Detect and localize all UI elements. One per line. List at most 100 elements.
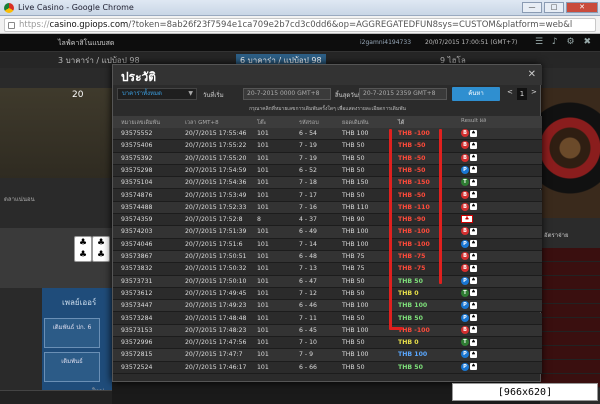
time-cell: 20/7/2015 17:50:10 xyxy=(185,277,247,285)
bet-id-cell[interactable]: 93575392 xyxy=(121,155,153,162)
time-cell: 20/7/2015 17:48:48 xyxy=(185,314,247,322)
chevron-down-icon: ▼ xyxy=(188,90,193,97)
table-row[interactable]: 93573612 20/7/2015 17:49:45 101 7 - 12 THB 5… xyxy=(113,287,542,301)
table-row[interactable]: 93573153 20/7/2015 17:48:23 101 6 - 45 THB 1… xyxy=(113,324,542,338)
bet-id-cell[interactable]: 93574046 xyxy=(121,241,153,248)
round-cell: 7 - 11 xyxy=(299,314,317,322)
bet-cell: THB 100 xyxy=(342,130,369,137)
time-cell: 20/7/2015 17:54:36 xyxy=(185,179,247,187)
bet-id-cell[interactable]: 93573731 xyxy=(121,278,153,285)
modal-header: ประวัติ ✕ xyxy=(113,65,542,85)
win-cell: THB -100 xyxy=(398,228,430,236)
bet-id-cell[interactable]: 93573867 xyxy=(121,253,153,260)
round-cell: 7 - 18 xyxy=(299,179,317,187)
chip-strip[interactable] xyxy=(0,390,112,404)
table-row[interactable]: 93574876 20/7/2015 17:53:49 101 7 - 17 THB 5… xyxy=(113,189,542,202)
result-chip-p: P xyxy=(461,301,469,310)
left-game-panel: 20 ดลาแน่นอน ♣ ♣ ♣ ♣ เพลย์เออร์ เดิมพันธ์ … xyxy=(0,68,112,404)
next-page-button[interactable]: > xyxy=(531,88,537,96)
table-row[interactable]: 93575298 20/7/2015 17:54:59 101 6 - 52 THB 5… xyxy=(113,164,542,178)
bet-cell: THB 50 xyxy=(342,277,365,285)
col-time: เวลา GMT+8 xyxy=(185,120,219,126)
result-chip-b: B xyxy=(461,153,469,162)
bet-id-cell[interactable]: 93573612 xyxy=(121,290,153,297)
round-cell: 7 - 19 xyxy=(299,154,317,162)
bet-id-cell[interactable]: 93575552 xyxy=(121,130,153,137)
end-date-label: สิ้นสุดวันที่ xyxy=(335,92,362,99)
win-cell: THB -90 xyxy=(398,216,426,224)
bet-cell: THB 50 xyxy=(342,289,365,297)
bet-id-cell[interactable]: 93572996 xyxy=(121,339,153,346)
round-cell: 6 - 47 xyxy=(299,277,317,285)
bet-id-cell[interactable]: 93573832 xyxy=(121,265,153,272)
bet-id-cell[interactable]: 93575406 xyxy=(121,142,153,149)
result-chip-t: T xyxy=(461,178,469,187)
bet-cell: THB 100 xyxy=(342,302,369,310)
betting-grid[interactable] xyxy=(540,248,600,388)
table-row[interactable]: 93575552 20/7/2015 17:55:46 101 6 - 54 THB 1… xyxy=(113,128,542,141)
bet-id-cell[interactable]: 93573284 xyxy=(121,315,153,322)
table-row[interactable]: 93575406 20/7/2015 17:55:22 101 7 - 19 THB 5… xyxy=(113,140,542,153)
result-chip-b: B xyxy=(461,129,469,137)
win-cell: THB -110 xyxy=(398,203,430,211)
card-icon: ♠ xyxy=(470,203,477,211)
search-button[interactable]: ค้นหา xyxy=(452,87,500,101)
url-input[interactable]: https://casino.gpiops.com/?token=8ab26f2… xyxy=(4,18,596,32)
result-cell: B ♠ xyxy=(461,325,477,334)
bet-cell: THB 150 xyxy=(342,179,369,187)
table-cell: 101 xyxy=(257,142,269,150)
bet-id-cell[interactable]: 93572815 xyxy=(121,351,153,358)
bet-id-cell[interactable]: 93574876 xyxy=(121,192,153,199)
bet-id-cell[interactable]: 93575298 xyxy=(121,167,153,174)
win-cell: THB 50 xyxy=(398,314,423,322)
close-icon[interactable]: ✕ xyxy=(528,69,536,80)
bet-box-2[interactable]: เดิมพันธ์ xyxy=(44,352,100,382)
table-row[interactable]: 93572996 20/7/2015 17:47:56 101 7 - 10 THB 5… xyxy=(113,337,542,350)
bet-id-cell[interactable]: 93574203 xyxy=(121,228,153,235)
table-row[interactable]: 93573284 20/7/2015 17:48:48 101 7 - 11 THB 5… xyxy=(113,312,542,325)
close-window-button[interactable]: ✕ xyxy=(566,2,598,13)
table-row[interactable]: 93575392 20/7/2015 17:55:20 101 7 - 19 THB 5… xyxy=(113,152,542,165)
prev-page-button[interactable]: < xyxy=(507,88,513,96)
table-row[interactable]: 93574488 20/7/2015 17:52:33 101 7 - 16 THB 1… xyxy=(113,201,542,215)
bet-id-cell[interactable]: 93572524 xyxy=(121,364,153,371)
table-row[interactable]: 93574046 20/7/2015 17:51:6 101 7 - 14 THB 10… xyxy=(113,238,542,251)
table-row[interactable]: 93575104 20/7/2015 17:54:36 101 7 - 18 THB 1… xyxy=(113,177,542,190)
card-icon: ♠ xyxy=(470,314,477,321)
table-row[interactable]: 93574359 20/7/2015 17:52:8 8 4 - 37 THB 90 TH… xyxy=(113,214,542,227)
start-date-label: วันที่เริ่ม xyxy=(203,92,224,99)
filter-row: บาคาร่าทั้งหมด ▼ วันที่เริ่ม 20-7-2015 0… xyxy=(113,85,542,103)
bet-id-cell[interactable]: 93574359 xyxy=(121,216,153,223)
bet-id-cell[interactable]: 93573447 xyxy=(121,302,153,309)
toolbar-icons[interactable]: ☰ ♪ ⚙ ✖ xyxy=(535,37,594,47)
time-cell: 20/7/2015 17:52:8 xyxy=(185,216,243,224)
bet-id-cell[interactable]: 93574488 xyxy=(121,204,153,211)
result-cell: P ♠ xyxy=(461,301,477,310)
card-area: ♣ ♣ ♣ ♣ xyxy=(0,228,112,288)
watermark: [966x620] http://upic.me/ xyxy=(452,383,598,401)
card-icon: ♠ xyxy=(470,129,477,137)
game-type-select[interactable]: บาคาร่าทั้งหมด ▼ xyxy=(117,88,197,100)
round-cell: 6 - 46 xyxy=(299,302,317,310)
bet-cell: THB 50 xyxy=(342,166,365,174)
table-row[interactable]: 93572815 20/7/2015 17:47:7 101 7 - 9 THB 100… xyxy=(113,349,542,362)
table-row[interactable]: 93573867 20/7/2015 17:50:51 101 6 - 48 THB 7… xyxy=(113,251,542,264)
win-cell: THB -100 xyxy=(398,240,430,248)
table-row[interactable]: 93574203 20/7/2015 17:51:39 101 6 - 49 THB 1… xyxy=(113,226,542,239)
minimize-button[interactable]: — xyxy=(522,2,542,13)
win-cell: THB -50 xyxy=(398,191,426,199)
end-date-input[interactable]: 20-7-2015 2359 GMT+8 xyxy=(359,88,447,100)
table-row[interactable]: 93572524 20/7/2015 17:46:17 101 6 - 66 THB 5… xyxy=(113,361,542,374)
start-date-input[interactable]: 20-7-2015 0000 GMT+8 xyxy=(243,88,331,100)
maximize-button[interactable]: □ xyxy=(544,2,564,13)
table-row[interactable]: 93573731 20/7/2015 17:50:10 101 6 - 47 THB 5… xyxy=(113,275,542,288)
time-cell: 20/7/2015 17:54:59 xyxy=(185,166,247,174)
round-cell: 6 - 49 xyxy=(299,228,317,236)
right-label-0: อัตราจ่าย xyxy=(544,232,569,239)
table-row[interactable]: 93573832 20/7/2015 17:50:32 101 7 - 13 THB 7… xyxy=(113,263,542,276)
bet-box-1[interactable]: เดิมพันธ์ ปก. 6 xyxy=(44,318,100,348)
table-row[interactable]: 93573447 20/7/2015 17:49:23 101 6 - 46 THB 1… xyxy=(113,300,542,313)
bet-id-cell[interactable]: 93575104 xyxy=(121,179,153,186)
window-titlebar: Live Casino - Google Chrome — □ ✕ xyxy=(0,0,600,16)
bet-id-cell[interactable]: 93573153 xyxy=(121,327,153,334)
